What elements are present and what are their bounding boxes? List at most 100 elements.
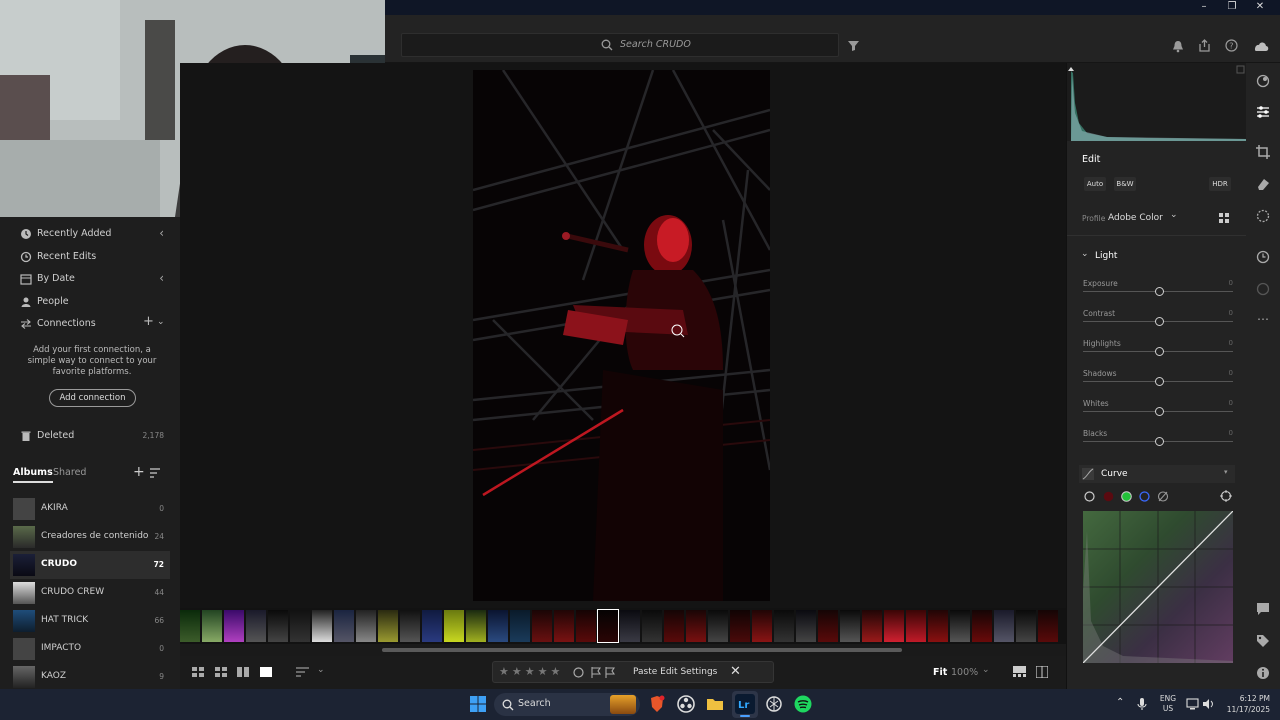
album-item[interactable]: IMPACTO 0 — [10, 635, 170, 663]
history-icon[interactable] — [1255, 249, 1271, 265]
filmstrip-thumb[interactable] — [774, 610, 794, 642]
filmstrip-thumb[interactable] — [554, 610, 574, 642]
filmstrip-thumb[interactable] — [664, 610, 684, 642]
unflag-circle-icon[interactable] — [573, 667, 584, 678]
fit-button[interactable]: Fit — [933, 667, 947, 678]
filmstrip-thumb[interactable] — [466, 610, 486, 642]
filmstrip-thumb[interactable] — [532, 610, 552, 642]
windows-start-icon[interactable] — [468, 694, 488, 714]
search-input[interactable]: Search CRUDO — [401, 33, 839, 57]
add-connection-button[interactable]: Add connection — [49, 389, 136, 407]
chevron-left-icon[interactable]: ‹ — [159, 271, 164, 285]
filmstrip-thumb[interactable] — [444, 610, 464, 642]
slider-knob[interactable] — [1155, 407, 1164, 416]
nav-recent-edits[interactable]: Recent Edits — [0, 246, 180, 268]
add-connection-plus-icon[interactable]: + — [143, 314, 154, 329]
filmstrip-thumb[interactable] — [686, 610, 706, 642]
filmstrip-thumb[interactable] — [356, 610, 376, 642]
contrast-slider[interactable]: Contrast 0 — [1083, 309, 1233, 339]
tab-albums[interactable]: Albums — [13, 467, 53, 483]
filmstrip-thumb[interactable] — [510, 610, 530, 642]
slider-knob[interactable] — [1155, 347, 1164, 356]
nav-recently-added[interactable]: Recently Added ‹ — [0, 223, 180, 245]
chevron-down-icon[interactable]: ⌄ — [1170, 210, 1178, 220]
filmstrip-thumb[interactable] — [950, 610, 970, 642]
filmstrip-thumb[interactable] — [224, 610, 244, 642]
chatgpt-icon[interactable] — [764, 694, 784, 714]
shadows-slider[interactable]: Shadows 0 — [1083, 369, 1233, 399]
blacks-slider[interactable]: Blacks 0 — [1083, 429, 1233, 459]
filmstrip-thumb[interactable] — [1038, 610, 1058, 642]
filmstrip-thumb[interactable] — [906, 610, 926, 642]
help-icon[interactable]: ? — [1225, 39, 1238, 52]
nav-by-date[interactable]: By Date ‹ — [0, 268, 180, 290]
grid-large-icon[interactable] — [215, 667, 227, 677]
minimize-icon[interactable]: – — [1190, 0, 1218, 15]
auto-button[interactable]: Auto — [1084, 177, 1106, 191]
crop-icon[interactable] — [1255, 144, 1271, 160]
highlights-slider[interactable]: Highlights 0 — [1083, 339, 1233, 369]
tone-curve-editor[interactable] — [1083, 511, 1233, 663]
filmstrip-thumb[interactable] — [862, 610, 882, 642]
brave-browser-icon[interactable] — [647, 694, 667, 714]
more-icon[interactable]: … — [1255, 309, 1271, 325]
taskbar-search-box[interactable]: Search — [494, 693, 640, 716]
compare-icon[interactable] — [1036, 666, 1048, 678]
filmstrip-thumb[interactable] — [708, 610, 728, 642]
filmstrip-thumb[interactable] — [884, 610, 904, 642]
network-icon[interactable] — [1186, 698, 1199, 710]
tab-shared[interactable]: Shared — [53, 467, 86, 478]
main-photo[interactable] — [473, 70, 770, 601]
exposure-slider[interactable]: Exposure 0 — [1083, 279, 1233, 309]
slider-knob[interactable] — [1155, 287, 1164, 296]
profile-select[interactable]: Adobe Color — [1108, 213, 1163, 223]
filmstrip-thumb[interactable] — [400, 610, 420, 642]
filter-icon[interactable] — [848, 40, 859, 51]
slider-value[interactable]: 0 — [1229, 369, 1233, 377]
curve-green-icon[interactable] — [1121, 491, 1132, 502]
slider-knob[interactable] — [1155, 437, 1164, 446]
filmstrip-thumb[interactable] — [180, 610, 200, 642]
chevron-left-icon[interactable]: ‹ — [159, 226, 164, 240]
language-indicator[interactable]: ENG US — [1156, 694, 1180, 714]
flag-reject-icon[interactable] — [605, 667, 616, 678]
restore-icon[interactable]: ❐ — [1218, 0, 1246, 15]
curve-blue-icon[interactable] — [1139, 491, 1150, 502]
detail-view-icon[interactable] — [260, 667, 272, 677]
presets-icon[interactable] — [1255, 73, 1271, 89]
slider-knob[interactable] — [1155, 317, 1164, 326]
target-adjust-icon[interactable] — [1220, 490, 1232, 502]
album-item[interactable]: CRUDO CREW 44 — [10, 579, 170, 607]
filmstrip-thumb[interactable] — [752, 610, 772, 642]
filmstrip-thumb-selected[interactable] — [597, 609, 619, 643]
info-icon[interactable] — [1255, 665, 1271, 681]
eraser-icon[interactable] — [1255, 176, 1271, 192]
curve-parametric-icon[interactable] — [1157, 491, 1169, 502]
system-clock[interactable]: 6:12 PM 11/17/2025 — [1220, 693, 1270, 715]
chevron-up-icon[interactable]: ⌃ — [1116, 697, 1124, 708]
album-item-selected[interactable]: CRUDO 72 — [10, 551, 170, 579]
filmstrip-thumb[interactable] — [928, 610, 948, 642]
filmstrip-thumb[interactable] — [576, 610, 596, 642]
obs-icon[interactable] — [676, 694, 696, 714]
black-white-button[interactable]: B&W — [1114, 177, 1136, 191]
filmstrip-thumb[interactable] — [972, 610, 992, 642]
filmstrip-thumb[interactable] — [422, 610, 442, 642]
lightroom-taskbar-item[interactable]: Lr — [732, 691, 758, 718]
paste-edit-settings-button[interactable]: Paste Edit Settings — [633, 667, 717, 677]
sort-lines-icon[interactable] — [296, 667, 309, 677]
profile-browser-icon[interactable] — [1219, 213, 1230, 224]
close-window-icon[interactable]: ✕ — [1246, 0, 1274, 15]
curve-section-header[interactable]: Curve ▾ — [1079, 465, 1235, 483]
sort-icon[interactable] — [150, 468, 162, 478]
tag-icon[interactable] — [1255, 633, 1271, 649]
nav-people[interactable]: People — [0, 291, 180, 313]
curve-red-icon[interactable] — [1103, 491, 1114, 502]
chevron-down-icon[interactable]: ⌄ — [982, 665, 990, 675]
zoom-level[interactable]: 100% — [951, 667, 978, 678]
slider-value[interactable]: 0 — [1229, 339, 1233, 347]
filmstrip-thumb[interactable] — [730, 610, 750, 642]
spotify-icon[interactable] — [793, 694, 813, 714]
nav-connections[interactable]: Connections + ⌄ — [0, 313, 180, 335]
filmstrip-thumb[interactable] — [246, 610, 266, 642]
